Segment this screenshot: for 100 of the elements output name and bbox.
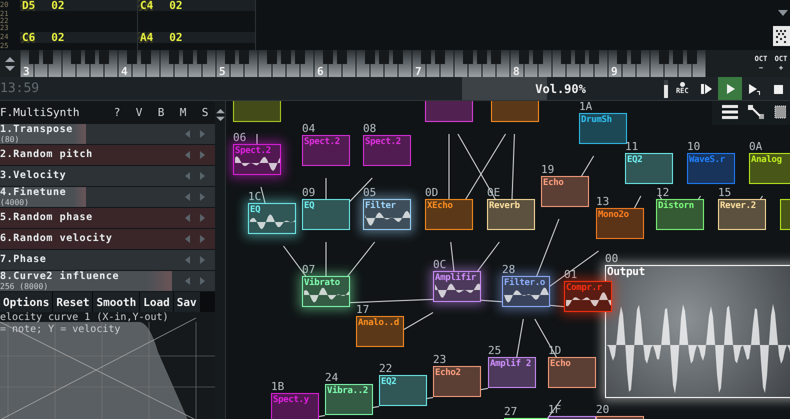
pixel-pattern-icon[interactable] [773,26,790,46]
module-node[interactable]: Vibra..2 [325,384,373,415]
left-arrow-icon[interactable] [185,151,190,159]
controller-name: 8.Curve2 influence [0,272,120,282]
module-node[interactable]: Vibrato [302,276,350,307]
right-arrow-icon[interactable] [200,277,205,285]
module-number: 22 [379,363,392,375]
controller-slider[interactable]: 4.Finetune (4000) [0,187,215,207]
module-number: 01 [564,269,578,281]
module-node[interactable]: Echo2 [433,366,481,397]
right-arrow-icon[interactable] [200,151,205,159]
octave-label: 5 [219,65,226,77]
waveform-drawing [504,286,549,304]
module-number: 27 [504,406,518,418]
module-node[interactable]: EQ2 [379,375,427,406]
note-cell[interactable]: D5 [20,0,36,11]
note-cell[interactable]: A4 [138,32,154,43]
controller-slider[interactable]: 5.Random phase [0,208,215,228]
controller-value: (80) [0,134,20,144]
octave-label: 3 [23,65,30,77]
module-node[interactable]: Amplifir [433,271,481,302]
controller-name: 4.Finetune [0,188,68,198]
module-name: Spect.2 [234,145,272,157]
header-button[interactable]: S [195,106,215,119]
module-number: 07 [302,264,316,276]
piano-keys-drawing[interactable] [20,50,706,77]
module-number: 19 [541,164,554,176]
menu-icon[interactable] [722,105,738,119]
module-node[interactable]: Mono2o [596,208,644,239]
controller-slider[interactable]: 8.Curve2 influence 256 (8000) [0,271,215,291]
right-arrow-icon[interactable] [200,214,205,222]
right-arrow-icon[interactable] [200,130,205,138]
note-cell[interactable]: C6 [20,32,36,43]
left-arrow-icon[interactable] [185,277,190,285]
caret-icon[interactable] [778,10,788,16]
controller-slider[interactable]: 3.Velocity [0,166,215,186]
velocity-cell[interactable]: 02 [51,0,64,11]
curve-title: elocity curve 1 (X-in,Y-out) [0,312,170,324]
module-node[interactable]: DrumSh [579,113,627,144]
module-number: 08 [363,123,376,135]
module-node[interactable]: EQ [248,203,296,234]
link-icon[interactable] [748,105,764,119]
right-arrow-icon[interactable] [200,172,205,180]
connection-line [372,406,380,408]
up-down-arrows-icon[interactable] [5,56,15,70]
header-button[interactable]: ? [107,106,127,119]
panel-button[interactable]: Sav [174,292,200,312]
grid-icon[interactable] [774,105,786,119]
panel-button[interactable]: Smooth [93,292,140,312]
left-arrow-icon[interactable] [185,193,190,201]
controller-name: 1.Transpose [0,124,74,134]
octave-label: 8 [513,65,520,77]
module-node[interactable]: Echo [541,176,589,207]
module-node[interactable]: Analo..d [356,316,404,347]
controller-slider[interactable]: 6.Random velocity [0,229,215,249]
left-arrow-icon[interactable] [185,214,190,222]
right-arrow-icon[interactable] [200,235,205,243]
up-down-arrows-icon[interactable] [216,109,224,121]
module-node[interactable]: Distorn [656,199,704,230]
module-number: 04 [302,123,316,135]
left-arrow-icon[interactable] [185,130,190,138]
panel-button[interactable]: Reset [53,292,92,312]
left-arrow-icon[interactable] [185,256,190,264]
left-arrow-icon[interactable] [185,172,190,180]
panel-button[interactable]: Load [140,292,173,312]
module-name: Spect.2 [303,136,341,148]
controller-slider[interactable]: 7.Phase [0,250,215,270]
module-node[interactable]: Rever.2 [718,199,766,230]
connection-line [404,312,434,330]
module-node[interactable]: Echo [548,357,596,388]
header-button[interactable]: V [129,106,149,119]
controller-slider[interactable]: 1.Transpose (80) [0,124,215,144]
velocity-cell[interactable]: 02 [169,32,182,43]
controller-name: 5.Random phase [0,213,94,223]
velocity-cell[interactable]: 02 [51,32,64,43]
module-node[interactable]: EQ [302,199,350,230]
module-node[interactable]: Filter.o [502,276,550,307]
module-name: Amplifir [434,272,477,284]
controller-slider[interactable]: 2.Random pitch [0,145,215,165]
connection-line [318,415,326,417]
module-node[interactable]: EQ2 [625,153,673,184]
velocity-cell[interactable]: 02 [169,0,182,11]
left-arrow-icon[interactable] [185,235,190,243]
module-name: Spect.y [272,394,310,406]
note-cell[interactable]: C4 [138,0,154,11]
module-name: Rever.2 [719,200,757,212]
module-node[interactable]: Compr.r [564,281,612,312]
module-node[interactable]: Reverb [487,199,535,230]
module-node[interactable]: XEcho [425,199,473,230]
module-node[interactable]: Filter [363,199,411,230]
module-node[interactable]: Amplif 2 [488,357,536,388]
play-button[interactable] [718,77,742,100]
header-button[interactable]: B [151,106,171,119]
header-button[interactable]: M [173,106,193,119]
module-name: Echo2 [434,367,462,379]
panel-button[interactable]: Options [0,292,52,312]
module-node[interactable]: Analog [749,153,790,184]
output-module[interactable]: Output [605,265,790,398]
right-arrow-icon[interactable] [200,193,205,201]
right-arrow-icon[interactable] [200,256,205,264]
